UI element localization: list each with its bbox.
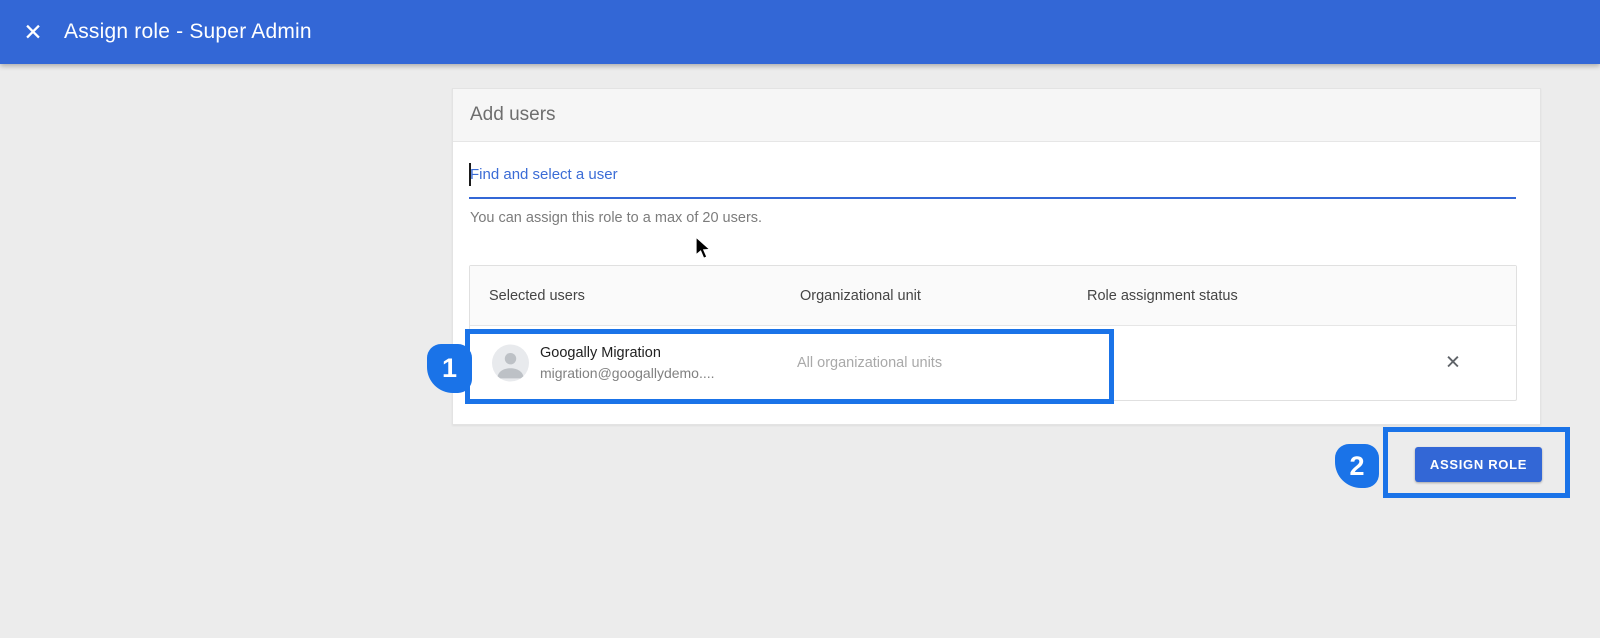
table-header-row: Selected users Organizational unit Role … [470,266,1516,326]
user-search-field[interactable]: Find and select a user [469,163,618,187]
remove-user-icon[interactable]: ✕ [1445,351,1461,374]
assign-role-button[interactable]: ASSIGN ROLE [1415,447,1542,482]
avatar [492,344,529,381]
annotation-badge-2: 2 [1335,444,1379,488]
close-icon[interactable]: ✕ [20,20,46,44]
card-header: Add users [453,89,1540,142]
add-users-card: Add users Find and select a user You can… [452,88,1541,425]
helper-text: You can assign this role to a max of 20 … [470,210,763,226]
dialog-title: Assign role - Super Admin [64,20,312,43]
org-unit-value: All organizational units [797,354,943,371]
text-caret [469,163,471,186]
search-placeholder: Find and select a user [470,166,618,183]
person-icon [497,352,524,378]
selected-users-table: Selected users Organizational unit Role … [469,265,1517,401]
annotation-badge-1: 1 [427,344,472,393]
card-title: Add users [470,104,556,125]
app-bar: ✕ Assign role - Super Admin [0,0,1600,64]
user-meta: Googally Migration migration@googallydem… [540,345,715,381]
user-name: Googally Migration [540,344,661,361]
column-selected-users: Selected users [489,287,585,304]
column-organizational-unit: Organizational unit [800,287,921,304]
table-row: Googally Migration migration@googallydem… [470,326,1516,399]
user-email: migration@googallydemo.... [540,364,715,381]
assign-role-dialog: ✕ Assign role - Super Admin Add users Fi… [0,0,1600,638]
column-role-assignment-status: Role assignment status [1087,287,1238,304]
search-underline [469,197,1516,199]
